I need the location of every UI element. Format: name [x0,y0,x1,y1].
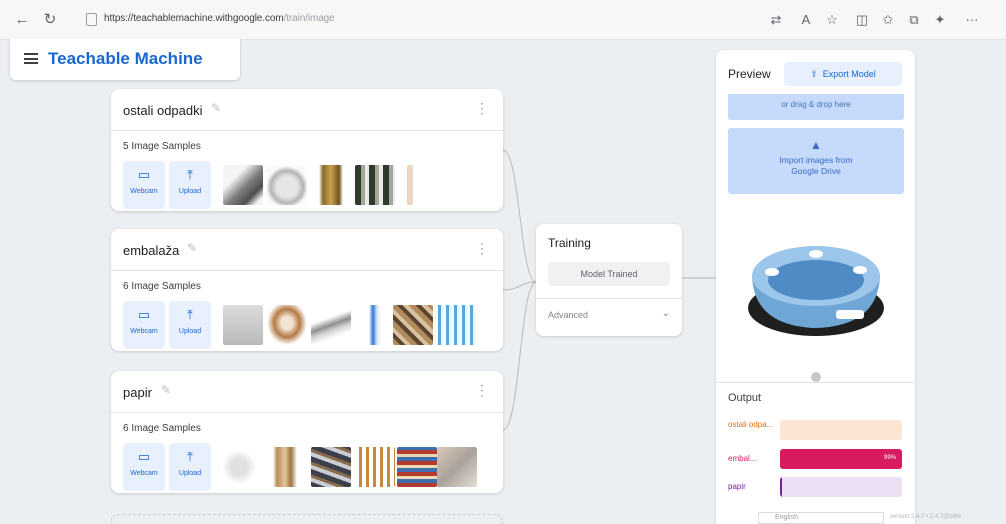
webcam-label: Webcam [130,188,158,195]
upload-label: Upload [178,188,202,195]
chevron-down-icon[interactable]: ⌄ [662,308,670,319]
upload-icon: ⤒ [187,167,193,182]
upload-button[interactable]: ⤒ Upload [169,443,211,491]
sample-thumbnail[interactable] [267,447,307,487]
webcam-label: Webcam [130,328,158,335]
samples-count: 6 Image Samples [123,423,201,434]
upload-icon: ⤒ [187,449,193,464]
language-select[interactable]: English [758,512,884,524]
class-name[interactable]: ostali odpadki [123,103,203,118]
model-trained-button[interactable]: Model Trained [548,262,670,286]
webcam-icon: ▭ [137,449,151,464]
webcam-button[interactable]: ▭ Webcam [123,161,165,209]
confidence-percent: 99% [883,455,896,461]
drive-line-1: Import images from [779,155,853,165]
upload-icon: ⤒ [187,307,193,322]
sample-thumbnail[interactable] [397,447,437,487]
webcam-label: Webcam [130,470,158,477]
export-label: Export Model [822,69,876,79]
advanced-toggle[interactable]: Advanced [548,310,588,320]
preview-panel: Preview ⇪ Export Model or drag & drop he… [716,50,915,524]
sample-thumbnail[interactable] [311,447,351,487]
add-class-card[interactable] [111,514,503,524]
samples-count: 6 Image Samples [123,281,201,292]
class-name[interactable]: embalaža [123,243,179,258]
sample-thumbnail[interactable] [311,165,351,205]
training-title: Training [548,236,591,250]
sample-thumbnail[interactable] [223,165,263,205]
drive-line-2: Google Drive [791,166,841,176]
sample-thumbnail[interactable] [355,447,395,487]
webcam-icon: ▭ [137,167,151,182]
drag-handle[interactable] [811,372,821,382]
google-drive-import-button[interactable]: ▲ Import images from Google Drive [728,128,904,194]
sample-thumbnail[interactable] [267,165,307,205]
sample-thumbnail[interactable] [267,305,307,345]
confidence-bar: 99% [780,449,902,469]
class-card: ostali odpadki ✎ ⋮ 5 Image Samples ▭ Webc… [111,89,503,211]
upload-button[interactable]: ⤒ Upload [169,161,211,209]
output-label: embal... [728,454,757,463]
samples-count: 5 Image Samples [123,141,201,152]
training-panel: Training Model Trained Advanced ⌄ [536,224,682,336]
divider [536,298,682,299]
upload-label: Upload [178,470,202,477]
more-options-icon[interactable]: ⋮ [475,241,489,255]
class-card: embalaža ✎ ⋮ 6 Image Samples ▭ Webcam ⤒ Up… [111,229,503,351]
edit-pencil-icon[interactable]: ✎ [211,101,221,115]
edit-pencil-icon[interactable]: ✎ [187,241,197,255]
sample-thumbnail[interactable] [223,447,263,487]
upload-button[interactable]: ⤒ Upload [169,301,211,349]
version-text: version 2.4.7 • 2.4.7@b6fe [890,514,961,520]
edit-pencil-icon[interactable]: ✎ [161,383,171,397]
export-model-button[interactable]: ⇪ Export Model [784,62,902,86]
preview-title: Preview [728,67,771,81]
more-options-icon[interactable]: ⋮ [475,383,489,397]
sample-thumbnail[interactable] [435,305,475,345]
output-title: Output [728,392,762,404]
sample-thumbnail[interactable] [407,165,413,205]
export-icon: ⇪ [810,69,818,79]
sample-thumbnail[interactable] [355,305,395,345]
preview-image [748,246,884,336]
sample-thumbnail[interactable] [311,305,351,345]
webcam-button[interactable]: ▭ Webcam [123,443,165,491]
sample-thumbnail[interactable] [355,165,395,205]
webcam-icon: ▭ [137,307,151,322]
divider [716,382,915,383]
more-options-icon[interactable]: ⋮ [475,101,489,115]
output-label: ostali odpa... [728,420,774,429]
webcam-button[interactable]: ▭ Webcam [123,301,165,349]
class-card: papir ✎ ⋮ 6 Image Samples ▭ Webcam ⤒ Uploa… [111,371,503,493]
file-drop-zone[interactable]: or drag & drop here [728,94,904,120]
google-drive-icon: ▲ [810,138,822,152]
confidence-bar [780,477,902,497]
sample-thumbnail[interactable] [393,305,433,345]
confidence-bar [780,420,902,440]
sample-thumbnail[interactable] [437,447,477,487]
sample-thumbnail[interactable] [223,305,263,345]
class-name[interactable]: papir [123,385,152,400]
output-label: papir [728,482,746,491]
upload-label: Upload [178,328,202,335]
